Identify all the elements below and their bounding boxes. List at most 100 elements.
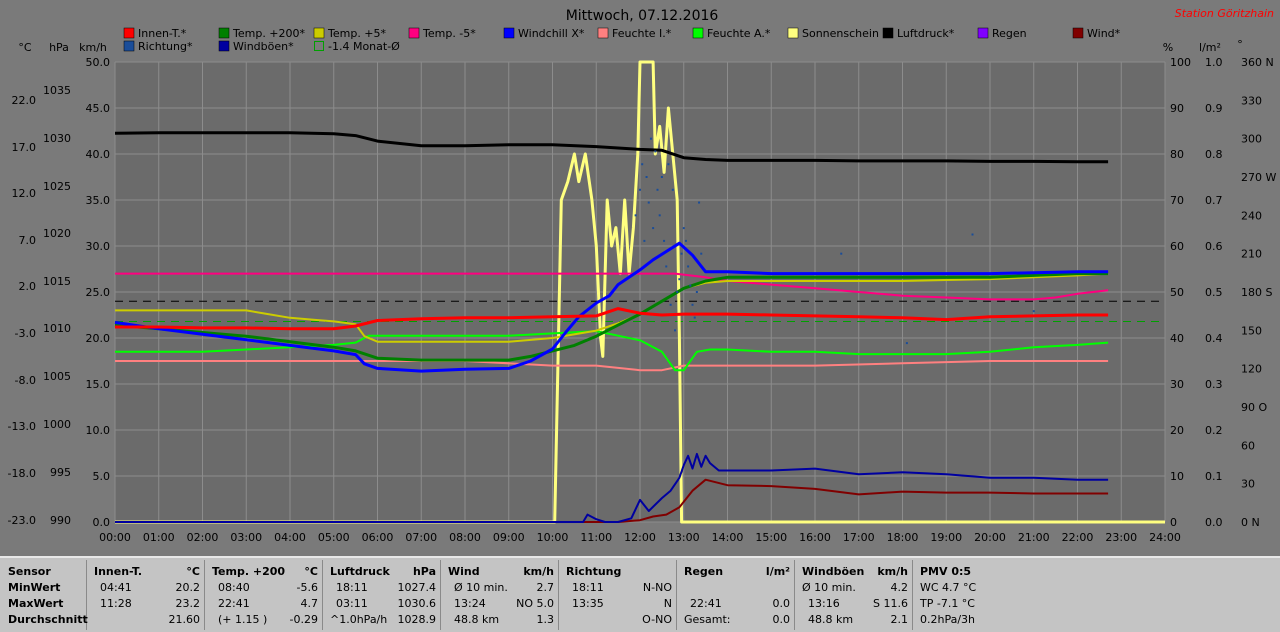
axis-tick-kmh: 20.0 [86, 332, 111, 345]
axis-tick-degree: 180 S [1241, 286, 1272, 299]
axis-tick-hpa: 1030 [43, 132, 71, 145]
stats-time: 13:24 [454, 597, 486, 610]
axis-tick-celsius: 7.0 [19, 234, 37, 247]
legend-label: Regen [992, 27, 1027, 40]
axis-tick-lm2: 0.3 [1205, 378, 1223, 391]
stats-value: 21.60 [168, 613, 201, 626]
legend-swatch [977, 27, 989, 39]
stats-value: 4.7 [300, 597, 319, 610]
legend-label: Windchill X* [518, 27, 585, 40]
axis-tick-kmh: 15.0 [86, 378, 111, 391]
axis-tick-degree: 300 [1241, 133, 1262, 146]
stats-value: 2.7 [536, 581, 555, 594]
axis-tick-celsius: -18.0 [8, 467, 36, 480]
stats-time: 08:40 [218, 581, 250, 594]
axis-tick-lm2: 0.7 [1205, 194, 1223, 207]
axis-tick-degree: 60 [1241, 439, 1255, 452]
legend-label: Feuchte I.* [612, 27, 672, 40]
axis-tick-percent: 10 [1170, 470, 1184, 483]
axis-tick-time: 21:00 [1018, 531, 1050, 544]
legend-swatch [503, 27, 515, 39]
stats-col-innen: Innen-T. °C 04:41 20.2 11:28 23.2 21.60 [88, 560, 205, 630]
legend-label: Wind* [1087, 27, 1121, 40]
stats-value: WC 4.7 °C [920, 581, 977, 594]
axis-tick-kmh: 45.0 [86, 102, 111, 115]
stats-value: O-NO [642, 613, 672, 626]
stats-col-luftdruck: Luftdruck hPa 18:11 1027.4 03:11 1030.6 ^1.… [324, 560, 441, 630]
axis-tick-percent: 40 [1170, 332, 1184, 345]
stats-value: 0.2hPa/3h [920, 613, 976, 626]
stats-value: N [663, 597, 672, 610]
direction-point [634, 214, 637, 217]
axis-tick-percent: 0 [1170, 516, 1177, 529]
axis-tick-percent: 90 [1170, 102, 1184, 115]
axis-tick-time: 18:00 [887, 531, 919, 544]
axis-unit-hpa: hPa [49, 41, 69, 54]
weather-chart: °C hPa km/h% l/m² ° 22.0 17.0 12.0 7.0 2.0 -3.0 -8.… [8, 7, 1277, 544]
axis-tick-celsius: -8.0 [15, 374, 36, 387]
axis-tick-degree: 240 [1241, 209, 1262, 222]
direction-point [905, 342, 908, 345]
stats-header: Luftdruck [330, 565, 390, 578]
axis-tick-kmh: 10.0 [86, 424, 111, 437]
legend-swatch [313, 27, 325, 39]
stats-time: 48.8 km [808, 613, 854, 626]
stats-header: Temp. +200 [212, 565, 286, 578]
axis-tick-time: 19:00 [930, 531, 962, 544]
axis-tick-time: 11:00 [580, 531, 612, 544]
axis-tick-time: 23:00 [1105, 531, 1137, 544]
direction-point [652, 227, 655, 230]
axis-unit-celsius: °C [18, 41, 32, 54]
stats-time: 13:35 [572, 597, 604, 610]
direction-point [665, 265, 668, 268]
axis-tick-time: 20:00 [974, 531, 1006, 544]
legend-swatch [314, 41, 324, 51]
axis-tick-kmh: 25.0 [86, 286, 111, 299]
axis-tick-lm2: 0.9 [1205, 102, 1223, 115]
stats-value: 1027.4 [397, 581, 437, 594]
axis-tick-time: 14:00 [712, 531, 744, 544]
direction-point [645, 176, 648, 178]
legend-swatch [597, 27, 609, 39]
stats-header: Sensor [8, 565, 51, 578]
stats-label-max: MaxWert [8, 597, 64, 610]
axis-tick-time: 22:00 [1062, 531, 1094, 544]
stats-time: Gesamt: [684, 613, 731, 626]
axis-tick-time: 12:00 [624, 531, 656, 544]
axis-tick-kmh: 40.0 [86, 148, 111, 161]
stats-col-richtung: Richtung 18:11 N-NO 13:35 N O-NO [560, 560, 677, 630]
axis-tick-lm2: 0.0 [1205, 516, 1223, 529]
direction-point [971, 233, 974, 236]
stats-value: S 11.6 [873, 597, 908, 610]
axis-tick-kmh: 30.0 [86, 240, 111, 253]
axis-tick-time: 15:00 [755, 531, 787, 544]
legend-label: Luftdruck* [897, 27, 955, 40]
direction-point [682, 227, 685, 230]
stats-time: 03:11 [336, 597, 368, 610]
direction-point [695, 291, 698, 293]
axis-tick-degree: 30 [1241, 478, 1255, 491]
statistics-panel: Sensor MinWert MaxWert Durchschnitt Inne… [0, 556, 1280, 632]
axis-tick-degree: 120 [1241, 363, 1262, 376]
stats-value: 4.2 [890, 581, 909, 594]
stats-unit: km/h [523, 565, 554, 578]
stats-value: 2.1 [890, 613, 909, 626]
axis-tick-percent: 30 [1170, 378, 1184, 391]
axis-tick-hpa: 1020 [43, 227, 71, 240]
direction-point [674, 329, 676, 332]
stats-value: NO 5.0 [516, 597, 554, 610]
stats-col-sensor: Sensor MinWert MaxWert Durchschnitt [4, 560, 88, 630]
axis-unit-percent: % [1163, 41, 1173, 54]
axis-tick-percent: 100 [1170, 56, 1191, 69]
direction-point [671, 188, 674, 191]
stats-col-temp200: Temp. +200 °C 08:40 -5.6 22:41 4.7 (+ 1.15 … [206, 560, 323, 630]
axis-tick-lm2: 0.5 [1205, 286, 1223, 299]
legend-label: Sonnenschein [802, 27, 879, 40]
axis-tick-degree: 330 [1241, 94, 1262, 107]
direction-point [678, 278, 681, 281]
legend-swatch [882, 27, 894, 39]
direction-point [676, 291, 679, 293]
axis-tick-celsius: -3.0 [15, 327, 36, 340]
axis-tick-degree: 270 W [1241, 171, 1276, 184]
axis-tick-time: 06:00 [362, 531, 394, 544]
